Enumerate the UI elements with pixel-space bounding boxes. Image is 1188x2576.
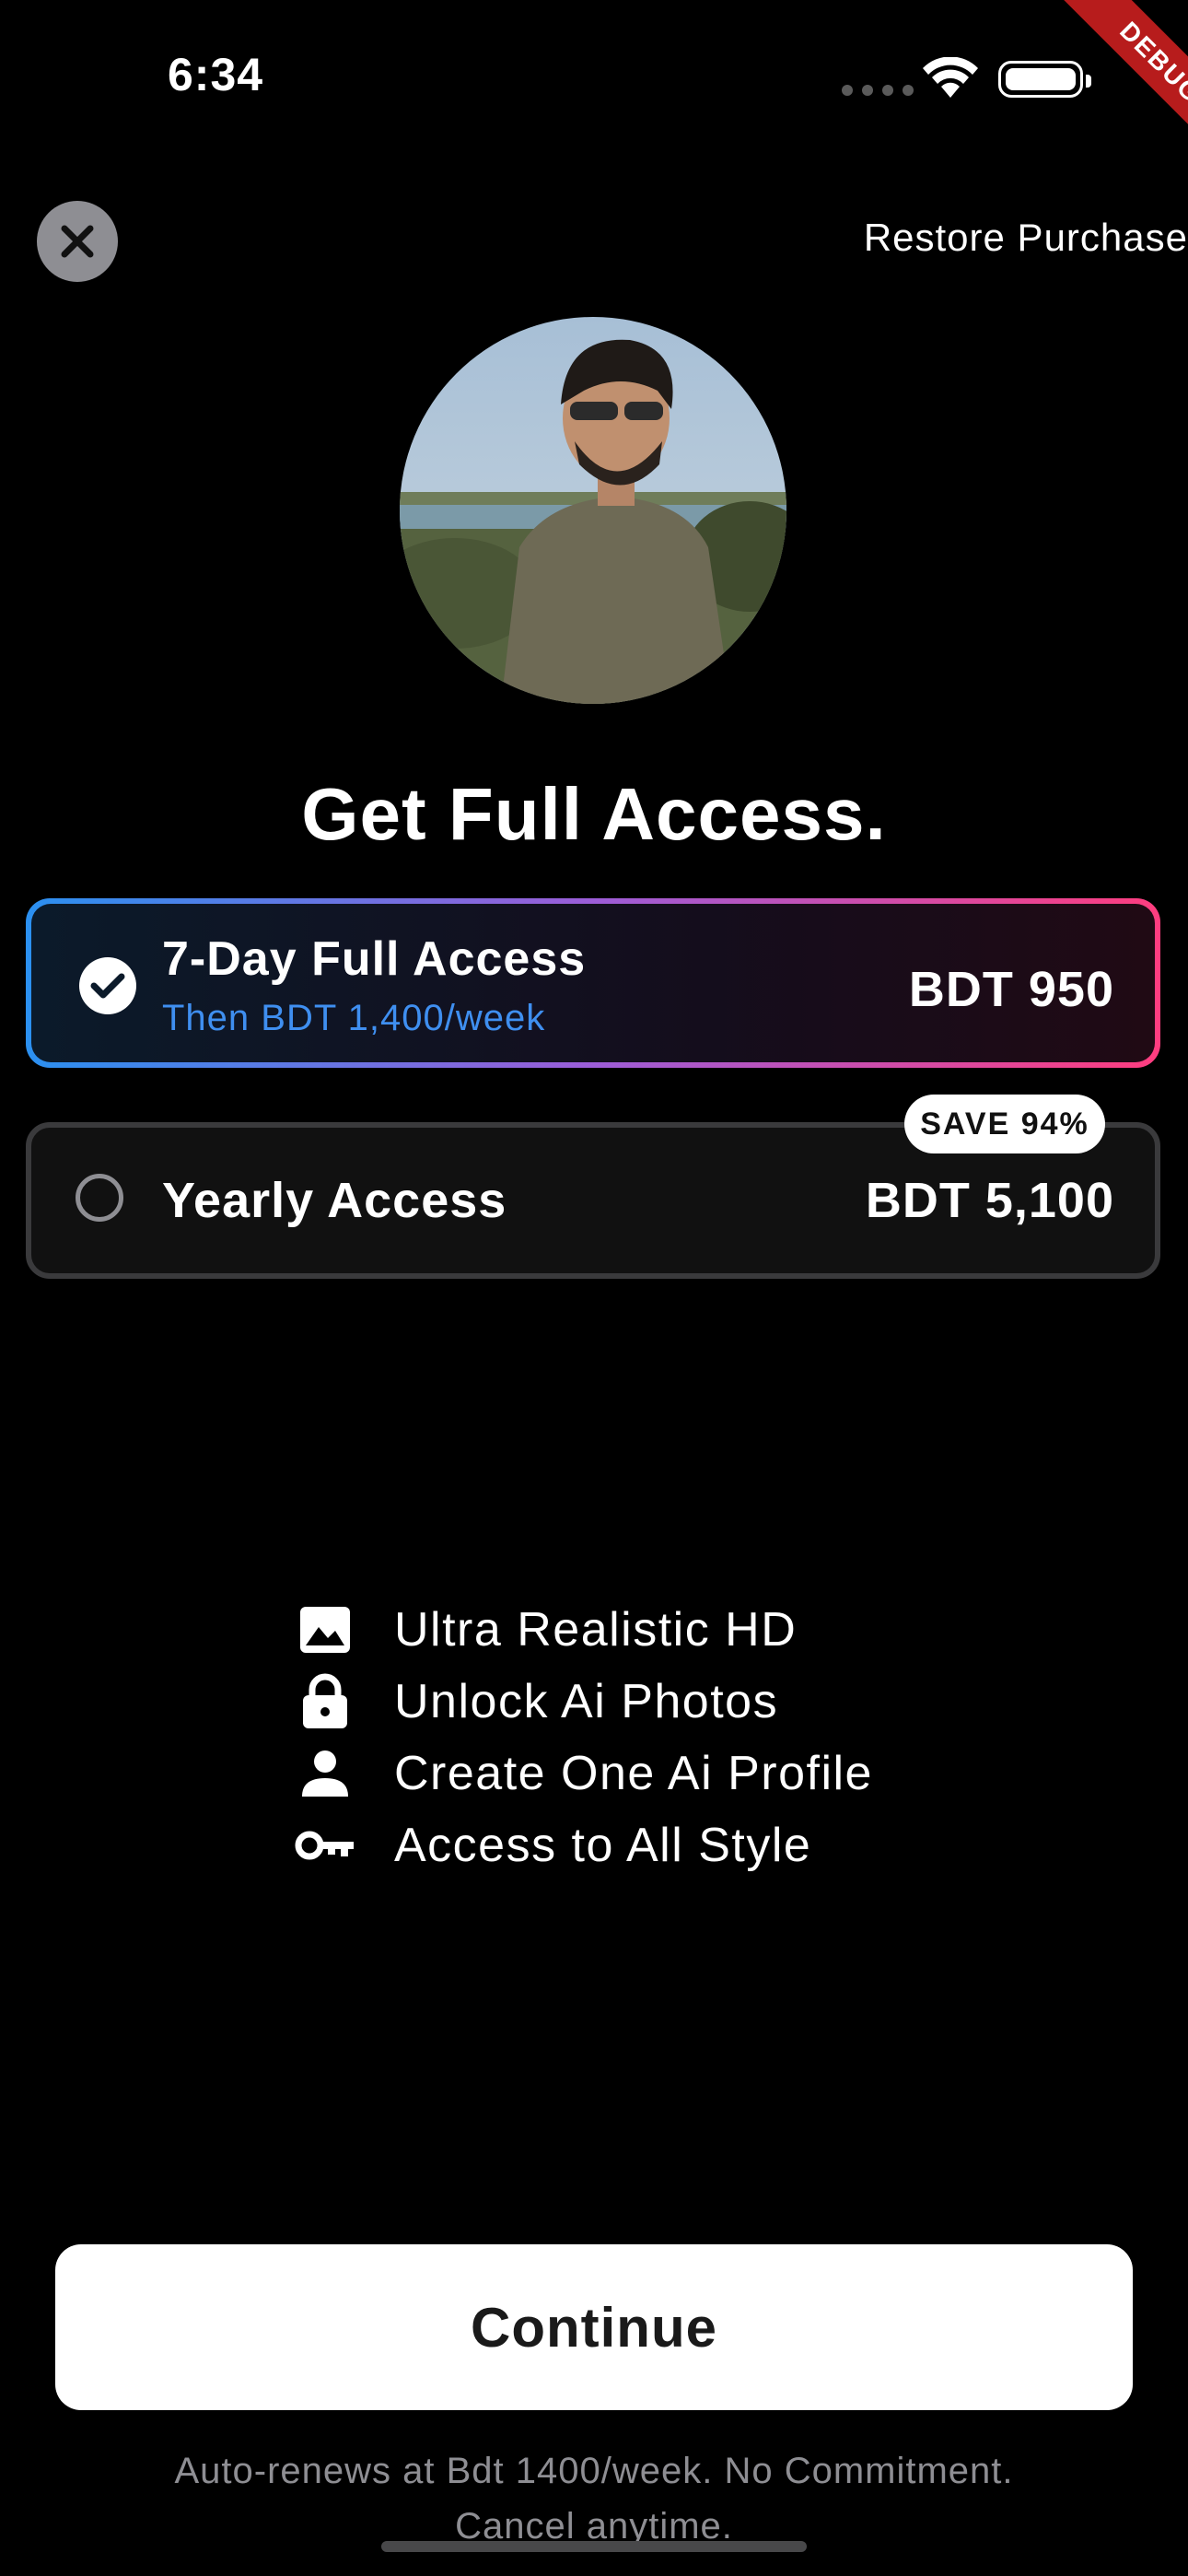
save-badge: SAVE 94% xyxy=(904,1095,1105,1153)
feature-item: Access to All Style xyxy=(293,1809,873,1881)
feature-item: Unlock Ai Photos xyxy=(293,1666,873,1738)
plan-price: BDT 950 xyxy=(908,962,1114,1017)
debug-banner: DEBUG xyxy=(1004,0,1188,184)
footer-line-1: Auto-renews at Bdt 1400/week. No Commitm… xyxy=(174,2451,1014,2491)
continue-button[interactable]: Continue xyxy=(55,2244,1133,2410)
plan-name: 7-Day Full Access xyxy=(162,932,587,986)
feature-item: Create One Ai Profile xyxy=(293,1738,873,1809)
feature-item: Ultra Realistic HD xyxy=(293,1594,873,1666)
person-icon xyxy=(293,1741,357,1806)
cellular-signal-icon xyxy=(842,85,914,96)
close-button[interactable] xyxy=(37,201,118,282)
plan-price: BDT 5,100 xyxy=(865,1173,1114,1228)
plan-name: Yearly Access xyxy=(162,1173,507,1228)
status-time: 6:34 xyxy=(168,49,264,100)
debug-label: DEBUG xyxy=(1045,0,1188,178)
close-icon xyxy=(61,225,94,258)
wifi-icon xyxy=(921,56,980,104)
page-title: Get Full Access. xyxy=(301,773,887,855)
feature-label: Access to All Style xyxy=(394,1819,812,1872)
feature-label: Ultra Realistic HD xyxy=(394,1603,798,1657)
lock-icon xyxy=(293,1669,357,1734)
key-icon xyxy=(293,1813,357,1878)
feature-label: Unlock Ai Photos xyxy=(394,1675,779,1728)
profile-avatar xyxy=(400,317,786,704)
check-circle-icon xyxy=(79,957,136,1014)
feature-label: Create One Ai Profile xyxy=(394,1747,873,1800)
image-icon xyxy=(293,1598,357,1662)
plan-weekly-card[interactable]: 7-Day Full Access Then BDT 1,400/week BD… xyxy=(26,898,1160,1068)
plan-subtitle: Then BDT 1,400/week xyxy=(162,998,546,1038)
radio-unselected-icon xyxy=(76,1174,123,1222)
feature-list: Ultra Realistic HD Unlock Ai Photos Crea… xyxy=(293,1594,873,1881)
restore-purchase-link[interactable]: Restore Purchase xyxy=(864,216,1188,260)
home-indicator xyxy=(381,2541,807,2552)
footer-disclaimer: Auto-renews at Bdt 1400/week. No Commitm… xyxy=(0,2443,1188,2554)
